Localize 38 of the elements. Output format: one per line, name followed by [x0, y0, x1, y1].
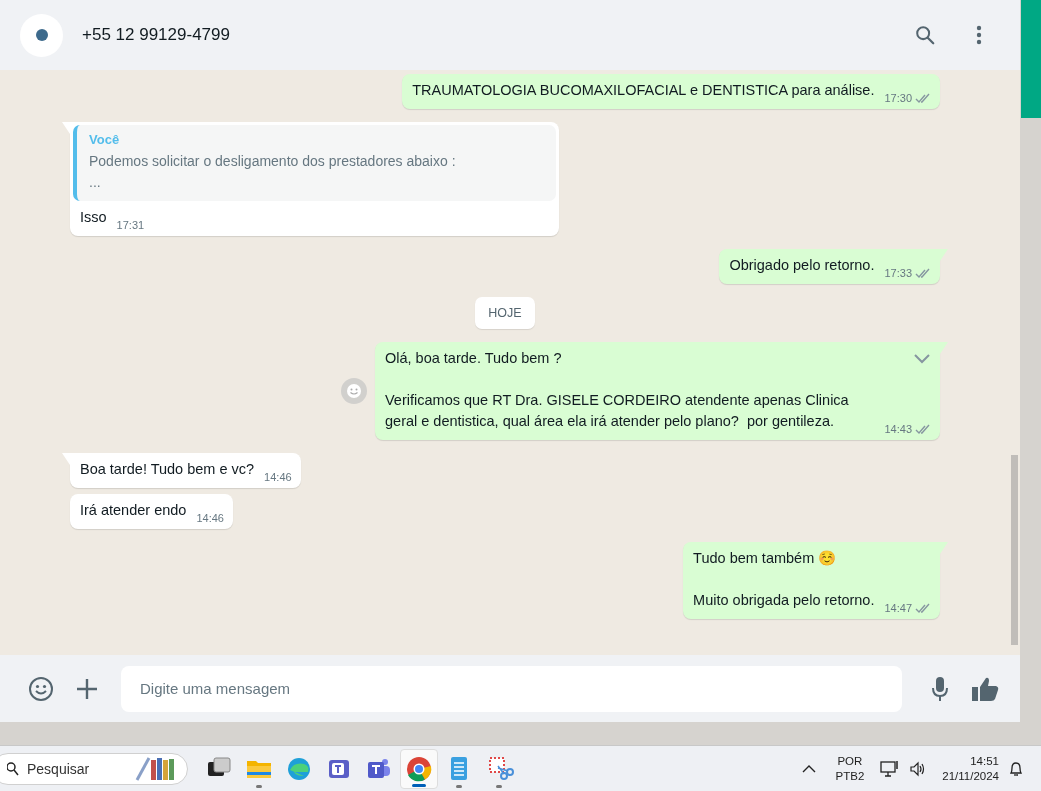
message-time: 17:33 [884, 266, 912, 280]
message-text: TRAUMATOLOGIA BUCOMAXILOFACIAL e DENTISTICA para análise. [412, 81, 875, 100]
message-time: 14:46 [196, 511, 224, 525]
language-indicator[interactable]: POR PTB2 [835, 753, 865, 784]
message-text: Obrigado pelo retorno. [729, 256, 875, 275]
message-time: 14:43 [884, 422, 912, 436]
message-time: 17:30 [884, 91, 912, 105]
message-text: Isso [80, 208, 107, 227]
menu-icon[interactable] [976, 25, 982, 45]
quote-ellipsis: ... [89, 173, 102, 192]
message-input[interactable]: Digite uma mensagem [121, 665, 902, 712]
message-text: Boa tarde! Tudo bem e vc? [80, 460, 255, 479]
search-field[interactable]: Pesquisar [0, 752, 188, 785]
network-icon[interactable] [880, 759, 901, 778]
message-time: 17:31 [116, 218, 145, 232]
contact-avatar[interactable] [20, 13, 63, 57]
quote-text: Podemos solicitar o desligamento dos prestadores abaixo : [89, 152, 457, 171]
chevron-down-icon[interactable] [914, 354, 930, 364]
search-icon [7, 761, 19, 776]
quoted-message[interactable]: Você Podemos solicitar o desligamento dos prestadores abaixo : ... [73, 125, 556, 201]
clock[interactable]: 14:51 21/11/2024 [942, 753, 999, 784]
quote-author: Você [89, 132, 121, 147]
message-text: Irá atender endo [80, 501, 187, 520]
taskbar-app-button[interactable] [400, 748, 438, 789]
message-time: 14:47 [884, 601, 912, 615]
speaker-icon[interactable] [910, 760, 927, 777]
plus-icon[interactable] [76, 677, 98, 700]
message-time: 14:46 [264, 470, 292, 484]
emoji-icon[interactable] [28, 675, 54, 702]
message-text: Tudo bem também ☺ Muito obrigada pelo retorno. [693, 549, 875, 610]
search-icon[interactable] [914, 24, 936, 46]
microphone-icon[interactable] [931, 675, 949, 702]
thumbs-up-icon[interactable] [971, 675, 999, 702]
message-text: Olá, boa tarde. Tudo bem ? Verificamos que RT Dra. GISELE CORDEIRO atendente apenas Clinica geral e dentistica, qual área ela irá atender pelo plano? por gentileza. [385, 349, 850, 431]
chevron-up-icon[interactable] [801, 763, 816, 774]
contact-name[interactable]: +55 12 99129-4799 [82, 25, 914, 45]
bell-icon[interactable] [1009, 760, 1023, 777]
scrollbar-thumb[interactable] [1011, 455, 1018, 645]
